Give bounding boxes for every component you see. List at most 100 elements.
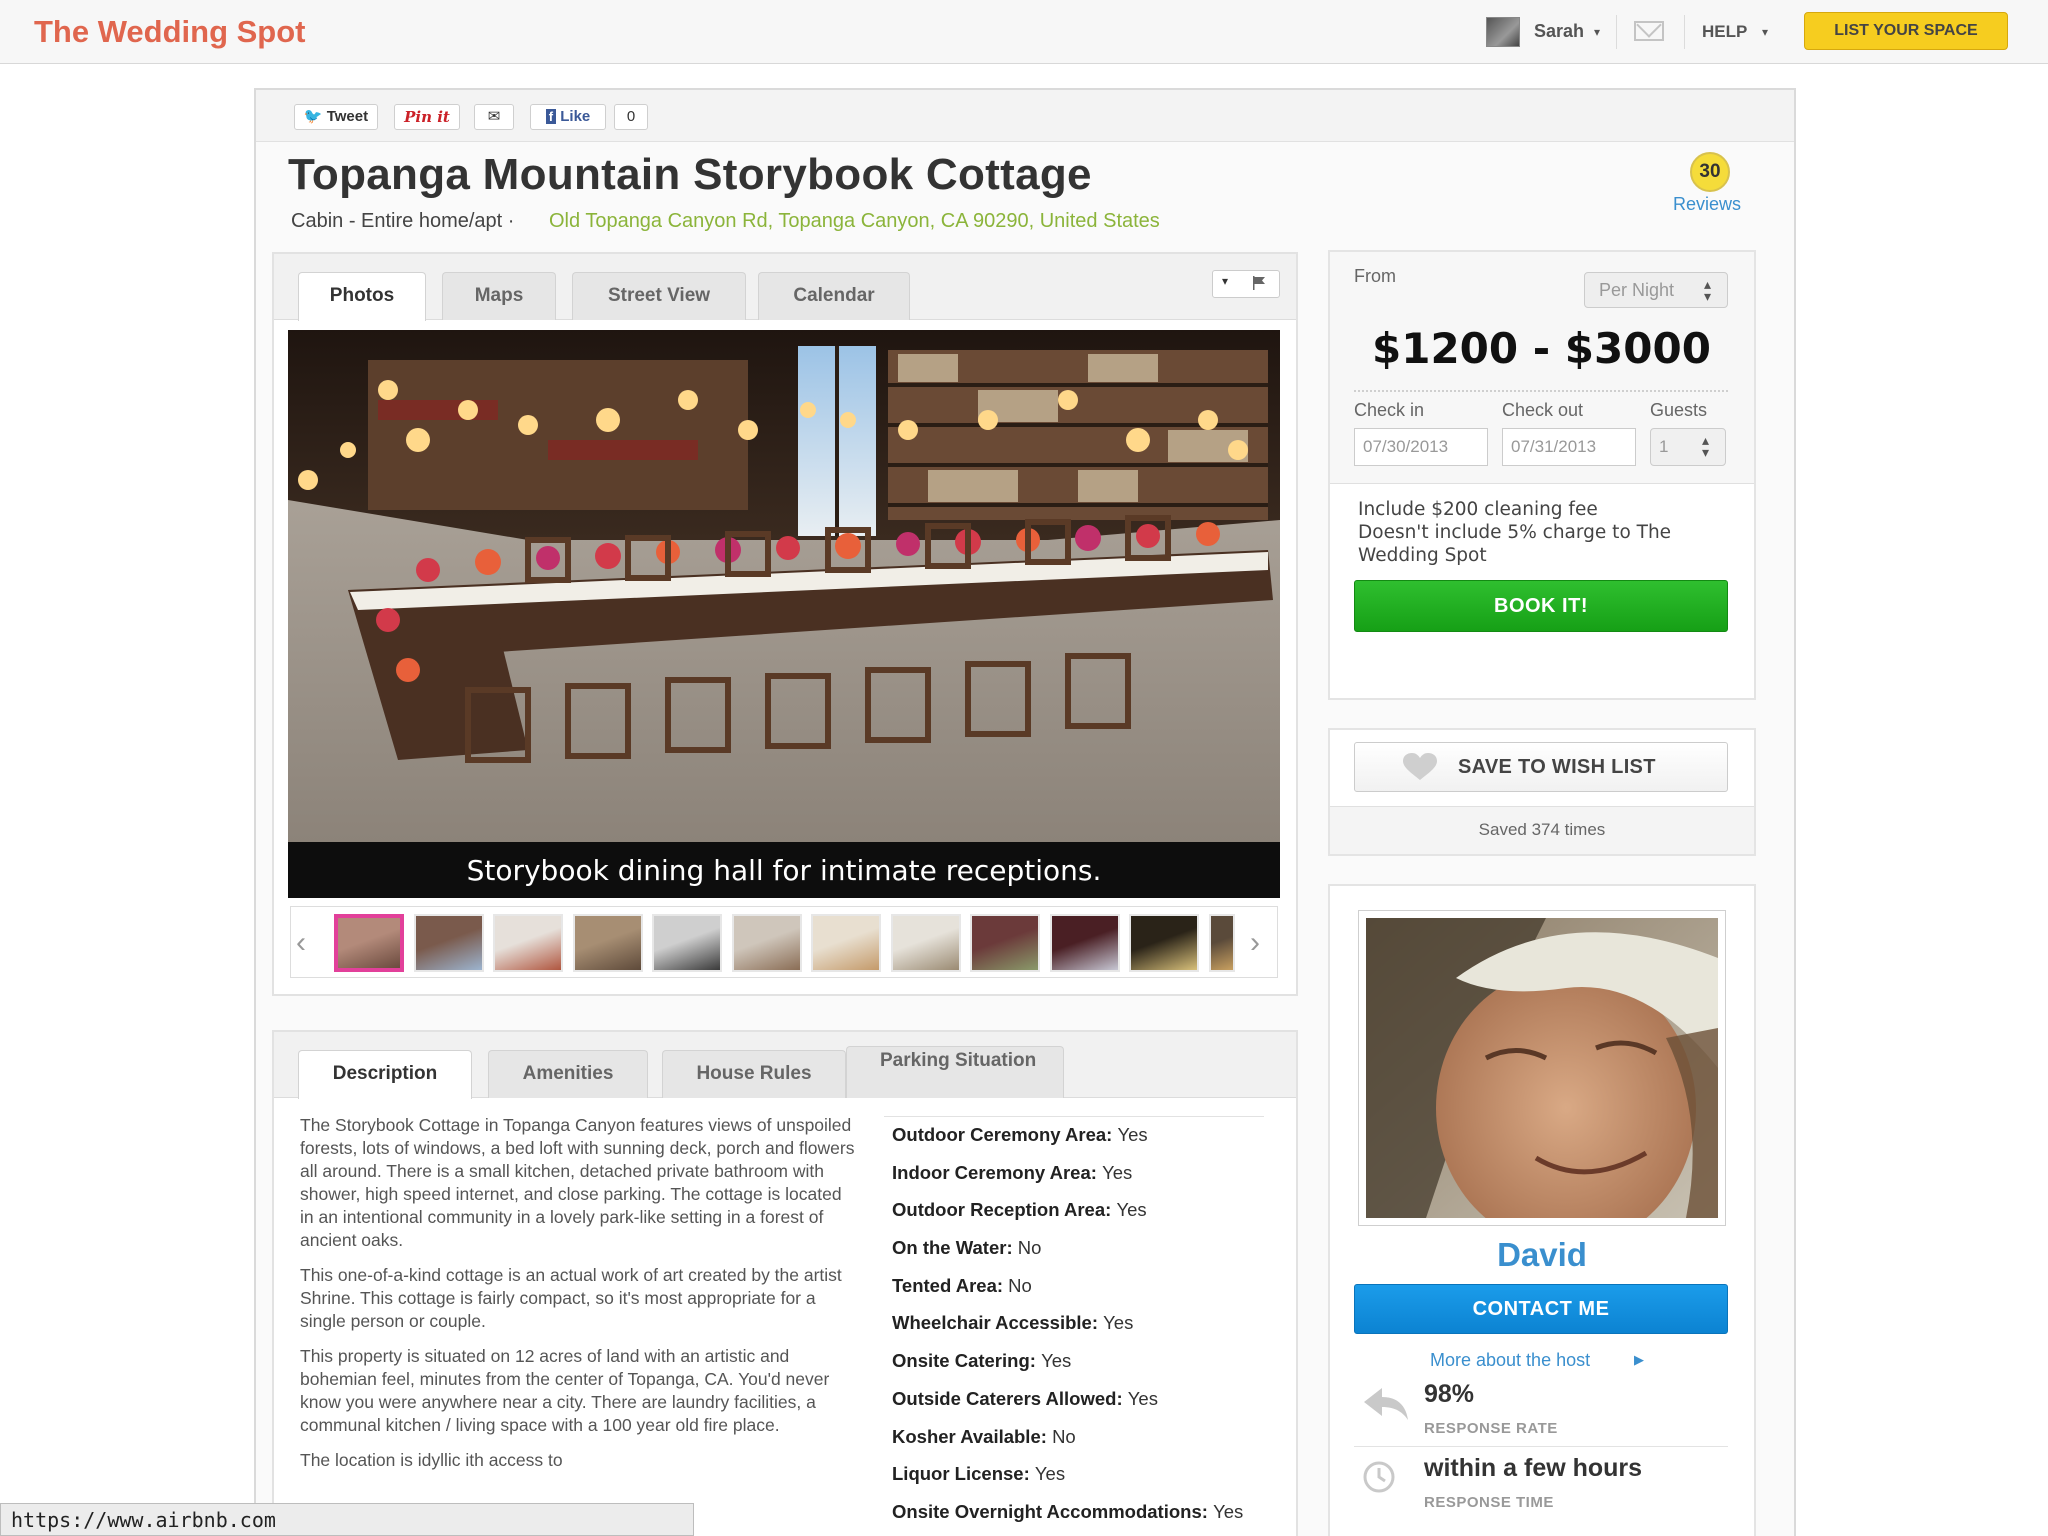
review-count-badge[interactable]: 30 [1690, 152, 1730, 192]
divider [1684, 15, 1685, 49]
amenity-value: Yes [1034, 1463, 1066, 1485]
list-your-space-button[interactable]: LIST YOUR SPACE [1804, 12, 2008, 50]
caret-right-icon[interactable]: ▶ [1634, 1352, 1644, 1368]
wishlist-label[interactable]: SAVE TO WISH LIST [1458, 756, 1656, 779]
tab-house-rules[interactable]: House Rules [662, 1050, 846, 1098]
amenity-name: Outdoor Reception Area [892, 1199, 1106, 1221]
like-label: Like [560, 108, 591, 125]
check-in-field[interactable]: 07/30/2013 [1354, 428, 1488, 466]
photo-thumbnail[interactable] [890, 914, 961, 972]
photo-thumbnail[interactable] [652, 914, 722, 972]
caret-down-icon[interactable]: ▾ [1222, 274, 1228, 288]
site-logo[interactable]: The Wedding Spot [34, 14, 306, 50]
fee-notes: Include $200 cleaning fee Doesn't includ… [1358, 498, 1698, 567]
tab-parking-situation[interactable]: Parking Situation [846, 1046, 1064, 1098]
amenity-separator: : [1023, 1463, 1035, 1485]
tab-amenities[interactable]: Amenities [488, 1050, 648, 1098]
host-name[interactable]: David [1330, 1236, 1754, 1274]
amenity-value: Yes [1117, 1124, 1148, 1145]
tab-maps[interactable]: Maps [442, 272, 556, 320]
photo-thumbnail[interactable] [572, 914, 643, 972]
tab-calendar[interactable]: Calendar [758, 272, 910, 320]
select-arrows-icon[interactable]: ▴ ▾ [1704, 277, 1711, 303]
reply-arrow-icon [1364, 1388, 1408, 1420]
contact-me-button[interactable]: CONTACT ME [1354, 1284, 1728, 1334]
amenity-value: Yes [1127, 1387, 1158, 1409]
chevron-right-icon[interactable]: › [1250, 926, 1260, 960]
amenity-row: Onsite Catering: Yes [884, 1343, 1264, 1381]
help-menu[interactable]: HELP [1702, 22, 1747, 42]
photo-thumbnail[interactable] [413, 914, 484, 972]
amenity-name: Outdoor Ceremony Area [892, 1124, 1107, 1145]
listing-address[interactable]: Old Topanga Canyon Rd, Topanga Canyon, C… [549, 210, 1160, 233]
tab-photos[interactable]: Photos [298, 272, 426, 321]
price-range: $1200 - $3000 [1372, 324, 1711, 373]
photo-thumbnail[interactable] [1049, 914, 1120, 972]
check-out-label: Check out [1502, 400, 1584, 420]
divider [1354, 390, 1728, 392]
select-arrows-icon[interactable]: ▴ ▾ [1702, 433, 1709, 459]
facebook-like-button[interactable]: f Like [530, 104, 606, 130]
email-share-button[interactable]: ✉ [474, 104, 514, 130]
amenity-value: Yes [1116, 1199, 1147, 1221]
response-time-label: RESPONSE TIME [1424, 1494, 1554, 1511]
host-photo[interactable] [1366, 918, 1718, 1218]
mail-icon[interactable] [1634, 21, 1664, 41]
user-avatar[interactable] [1486, 17, 1520, 47]
user-menu[interactable]: Sarah [1534, 21, 1584, 42]
amenity-value: No [1052, 1425, 1076, 1447]
photo-thumbnail[interactable] [970, 914, 1040, 972]
photo-thumbnail[interactable] [493, 914, 563, 972]
description-text: The Storybook Cottage in Topanga Canyon … [300, 1114, 860, 1484]
book-it-button[interactable]: BOOK IT! [1354, 580, 1728, 632]
amenity-separator: : [1090, 1161, 1103, 1183]
caret-down-icon[interactable]: ▾ [1762, 25, 1768, 39]
more-about-host-link[interactable]: More about the host [1430, 1350, 1590, 1371]
description-paragraph: The location is idyllic ith access to [300, 1450, 563, 1470]
heart-icon[interactable] [1402, 753, 1438, 781]
reviews-link[interactable]: Reviews [1673, 194, 1741, 215]
amenity-value: No [1008, 1274, 1032, 1296]
amenity-separator: : [1105, 1199, 1117, 1221]
photo-thumbnail[interactable] [1129, 914, 1199, 972]
amenity-separator: : [1029, 1350, 1042, 1372]
amenity-row: Kosher Available: No [884, 1419, 1264, 1457]
tab-description[interactable]: Description [298, 1050, 472, 1099]
amenity-row: Liquor License: Yes [884, 1456, 1264, 1494]
facebook-icon: f [545, 109, 557, 124]
amenity-row: Onsite Overnight Accommodations: Yes [884, 1494, 1264, 1532]
photo-thumbnail[interactable] [334, 914, 404, 972]
photo-caption: Storybook dining hall for intimate recep… [466, 854, 1102, 887]
status-bar-url: https://www.airbnb.com [0, 1503, 694, 1536]
dining-hall-photo [288, 330, 1280, 842]
clock-icon [1363, 1461, 1395, 1493]
amenity-row: Tented Area: No [884, 1268, 1264, 1306]
divider [1354, 1446, 1728, 1447]
from-label: From [1354, 266, 1396, 286]
photo-thumbnail[interactable] [1208, 914, 1235, 972]
tweet-button[interactable]: 🐦 Tweet [294, 104, 378, 130]
description-paragraph: This one-of-a-kind cottage is an actual … [300, 1265, 842, 1331]
amenity-row: Indoor Ceremony Area: Yes [884, 1155, 1264, 1193]
amenity-separator: : [1201, 1500, 1214, 1522]
description-paragraph: This property is situated on 12 acres of… [300, 1346, 830, 1435]
caret-down-icon[interactable]: ▾ [1594, 25, 1600, 39]
description-paragraph: The Storybook Cottage in Topanga Canyon … [300, 1115, 855, 1250]
flag-icon[interactable] [1252, 276, 1266, 290]
amenity-name: Indoor Ceremony Area [892, 1161, 1091, 1183]
tab-street-view[interactable]: Street View [572, 272, 746, 320]
amenity-name: Liquor License [892, 1463, 1024, 1485]
listing-type: Cabin - Entire home/apt · [291, 210, 515, 232]
amenity-name: On the Water [892, 1237, 1007, 1259]
envelope-icon: ✉ [487, 108, 501, 125]
photo-thumbnail[interactable] [811, 914, 881, 972]
main-photo[interactable] [288, 330, 1280, 842]
host-portrait [1366, 918, 1718, 1218]
check-out-field[interactable]: 07/31/2013 [1502, 428, 1636, 466]
pin-it-button[interactable]: Pin it [394, 104, 460, 130]
amenity-name: Kosher Available [892, 1425, 1041, 1447]
photo-thumbnail[interactable] [731, 914, 802, 972]
amenity-name: Outside Caterers Allowed [892, 1387, 1117, 1409]
guests-select[interactable]: 1 [1650, 428, 1726, 466]
chevron-left-icon[interactable]: ‹ [296, 926, 306, 960]
